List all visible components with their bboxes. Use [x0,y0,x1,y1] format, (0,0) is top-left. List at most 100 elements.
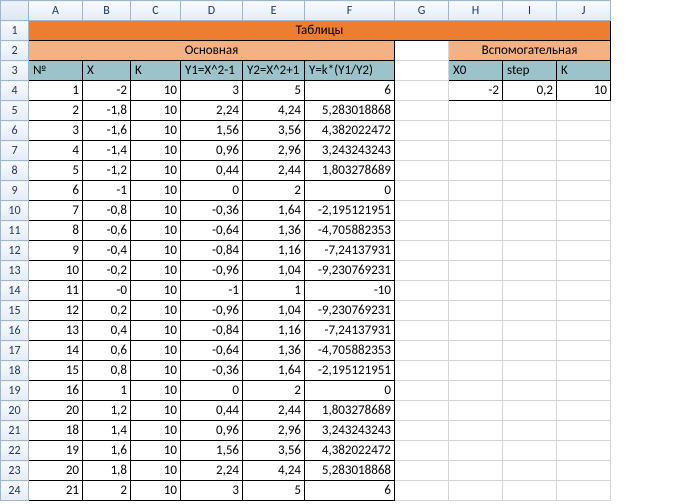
col-header-H[interactable]: H [449,1,503,21]
cell-E21[interactable]: 2,96 [243,421,305,441]
cell-H15[interactable] [449,301,503,321]
cell-H7[interactable] [449,141,503,161]
cell-J20[interactable] [557,401,611,421]
cell-D21[interactable]: 0,96 [181,421,243,441]
row-header-22[interactable]: 22 [1,441,29,461]
cell-J10[interactable] [557,201,611,221]
cell-G7[interactable] [395,141,449,161]
cell-D15[interactable]: -0,96 [181,301,243,321]
col-header-E[interactable]: E [243,1,305,21]
cell-J24[interactable] [557,481,611,501]
cell-D5[interactable]: 2,24 [181,101,243,121]
cell-J6[interactable] [557,121,611,141]
cell-E11[interactable]: 1,36 [243,221,305,241]
cell-J22[interactable] [557,441,611,461]
cell-E23[interactable]: 4,24 [243,461,305,481]
cell-F11[interactable]: -4,705882353 [305,221,395,241]
cell-C10[interactable]: 10 [131,201,181,221]
col-header-G[interactable]: G [395,1,449,21]
cell-C22[interactable]: 10 [131,441,181,461]
cell-J13[interactable] [557,261,611,281]
cell-F16[interactable]: -7,24137931 [305,321,395,341]
cell-D20[interactable]: 0,44 [181,401,243,421]
cell-E7[interactable]: 2,96 [243,141,305,161]
row-header-24[interactable]: 24 [1,481,29,501]
row-header-12[interactable]: 12 [1,241,29,261]
cell-E24[interactable]: 5 [243,481,305,501]
cell-I4[interactable]: 0,2 [503,81,557,101]
cell-G4[interactable] [395,81,449,101]
cell-E4[interactable]: 5 [243,81,305,101]
cell-H24[interactable] [449,481,503,501]
row-header-4[interactable]: 4 [1,81,29,101]
cell-J8[interactable] [557,161,611,181]
cell-C11[interactable]: 10 [131,221,181,241]
cell-D10[interactable]: -0,36 [181,201,243,221]
cell-J9[interactable] [557,181,611,201]
cell-G8[interactable] [395,161,449,181]
cell-I7[interactable] [503,141,557,161]
cell-F14[interactable]: -10 [305,281,395,301]
cell-J23[interactable] [557,461,611,481]
cell-E9[interactable]: 2 [243,181,305,201]
cell-G24[interactable] [395,481,449,501]
cell-H14[interactable] [449,281,503,301]
grid[interactable]: ABCDEFGHIJ 1Таблицы2ОсновнаяВспомогатель… [0,0,611,501]
cell-H9[interactable] [449,181,503,201]
cell-A6[interactable]: 3 [29,121,83,141]
cell-H13[interactable] [449,261,503,281]
cell-I24[interactable] [503,481,557,501]
cell-G9[interactable] [395,181,449,201]
cell-A12[interactable]: 9 [29,241,83,261]
cell-G22[interactable] [395,441,449,461]
cell-B13[interactable]: -0,2 [83,261,131,281]
cell-B10[interactable]: -0,8 [83,201,131,221]
cell-C13[interactable]: 10 [131,261,181,281]
cell-F23[interactable]: 5,283018868 [305,461,395,481]
row-header-3[interactable]: 3 [1,61,29,81]
cell-C7[interactable]: 10 [131,141,181,161]
cell-C18[interactable]: 10 [131,361,181,381]
col-header-A[interactable]: A [29,1,83,21]
cell-E15[interactable]: 1,04 [243,301,305,321]
cell-B11[interactable]: -0,6 [83,221,131,241]
cell-A10[interactable]: 7 [29,201,83,221]
cell-I20[interactable] [503,401,557,421]
cell-G23[interactable] [395,461,449,481]
cell-J11[interactable] [557,221,611,241]
cell-G5[interactable] [395,101,449,121]
cell-A16[interactable]: 13 [29,321,83,341]
row-header-8[interactable]: 8 [1,161,29,181]
cell-G12[interactable] [395,241,449,261]
cell-F24[interactable]: 6 [305,481,395,501]
cell-J17[interactable] [557,341,611,361]
row-header-14[interactable]: 14 [1,281,29,301]
cell-J14[interactable] [557,281,611,301]
cell-D16[interactable]: -0,84 [181,321,243,341]
cell-A7[interactable]: 4 [29,141,83,161]
cell-G20[interactable] [395,401,449,421]
cell-G16[interactable] [395,321,449,341]
cell-F4[interactable]: 6 [305,81,395,101]
cell-C15[interactable]: 10 [131,301,181,321]
cell-I5[interactable] [503,101,557,121]
cell-F7[interactable]: 3,243243243 [305,141,395,161]
cell-F18[interactable]: -2,195121951 [305,361,395,381]
cell-G15[interactable] [395,301,449,321]
cell-C5[interactable]: 10 [131,101,181,121]
cell-H18[interactable] [449,361,503,381]
cell-E20[interactable]: 2,44 [243,401,305,421]
cell-A21[interactable]: 18 [29,421,83,441]
cell-D9[interactable]: 0 [181,181,243,201]
cell-J16[interactable] [557,321,611,341]
cell-C20[interactable]: 10 [131,401,181,421]
cell-C16[interactable]: 10 [131,321,181,341]
cell-A13[interactable]: 10 [29,261,83,281]
cell-C24[interactable]: 10 [131,481,181,501]
cell-F20[interactable]: 1,803278689 [305,401,395,421]
cell-D7[interactable]: 0,96 [181,141,243,161]
cell-A11[interactable]: 8 [29,221,83,241]
cell-F21[interactable]: 3,243243243 [305,421,395,441]
cell-H17[interactable] [449,341,503,361]
cell-A19[interactable]: 16 [29,381,83,401]
